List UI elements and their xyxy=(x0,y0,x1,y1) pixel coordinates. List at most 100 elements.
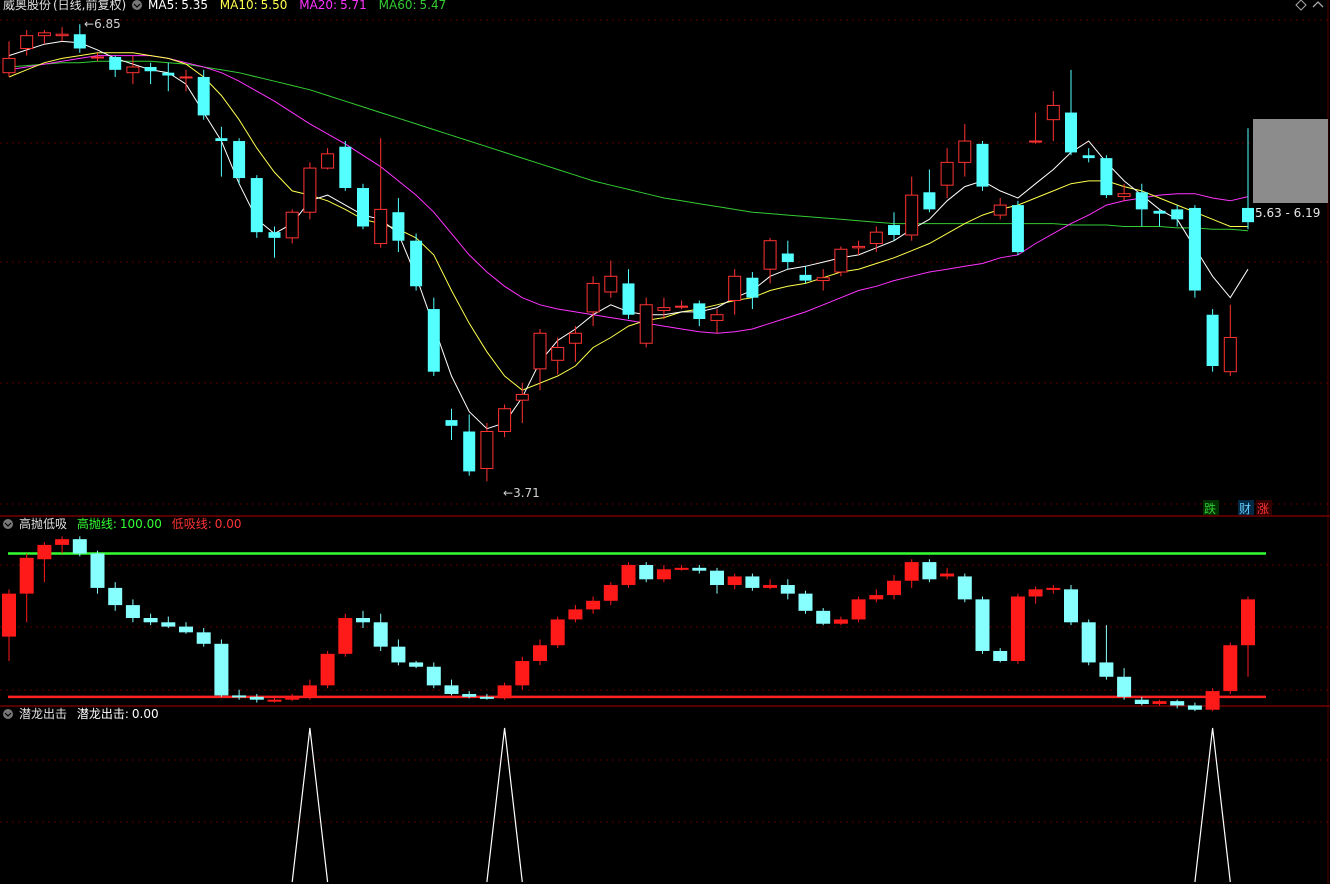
candle-body-up xyxy=(816,277,830,282)
hl-candle-up xyxy=(763,585,778,588)
ma60-line xyxy=(8,60,1249,232)
hl-candle-down xyxy=(232,695,247,698)
hl-candle-up xyxy=(940,573,955,577)
hl-candle-up xyxy=(1241,599,1255,646)
stock-name[interactable]: 威奥股份 xyxy=(3,0,51,12)
ma10-label: MA10: xyxy=(220,0,258,12)
kline-chart-stage: 5.63 - 6.19 ←6.85 ←3.71 跌 财 涨 威奥股份 (日线,前… xyxy=(0,0,1330,884)
hl-candle-up xyxy=(674,567,689,570)
hl-candle-up xyxy=(621,564,636,586)
badge-fall[interactable]: 跌 xyxy=(1204,501,1216,516)
ma5-line xyxy=(8,40,1249,430)
hl-candle-down xyxy=(922,562,937,580)
hl-candle-down xyxy=(161,622,176,627)
hl-candle-down xyxy=(249,696,264,700)
high-price-value: 6.85 xyxy=(94,17,121,31)
hl-candle-up xyxy=(1152,701,1167,704)
panel2-title[interactable]: 高抛低吸 xyxy=(19,516,67,531)
dragon-label: 潜龙出击: xyxy=(77,707,129,721)
hl-candle-down xyxy=(214,643,229,696)
ma-legend: MA5: 5.35 MA10: 5.50 MA20: 5.71 MA60: 5.47 xyxy=(148,0,446,12)
candle-body-down xyxy=(268,232,281,238)
badge-rise[interactable]: 涨 xyxy=(1257,501,1269,516)
candle-body-up xyxy=(1029,140,1043,143)
candle-body-up xyxy=(869,231,883,245)
hl-candle-up xyxy=(37,544,52,560)
hl-candle-up xyxy=(338,618,353,654)
candle-body-up xyxy=(993,204,1007,216)
hl-candle-down xyxy=(1134,699,1149,704)
hl-candle-up xyxy=(55,539,70,545)
hl-candle-down xyxy=(391,646,406,663)
hl-candle-down xyxy=(108,587,123,606)
badge-finance[interactable]: 财 xyxy=(1239,502,1251,516)
candle-body-down xyxy=(162,72,175,76)
hl-candle-up xyxy=(302,685,317,697)
high-sell-label: 高抛线: xyxy=(77,516,117,531)
hl-candle-up xyxy=(887,580,901,596)
chart-mode[interactable]: (日线,前复权) xyxy=(53,0,126,12)
candle-body-up xyxy=(940,161,954,186)
candle-body-down xyxy=(250,178,263,233)
panel2-collapse-icon[interactable] xyxy=(3,519,13,529)
candle-body-down xyxy=(215,138,228,142)
candle-body-down xyxy=(976,143,989,187)
candle-body-up xyxy=(905,194,919,236)
candle-body-up xyxy=(2,57,16,74)
hl-candle-up xyxy=(515,661,530,686)
dragon-signal-spike xyxy=(1194,727,1231,883)
ma10-line xyxy=(8,52,1248,391)
ma60-label: MA60: xyxy=(379,0,417,12)
candle-body-down xyxy=(1011,205,1024,253)
candle-body-down xyxy=(445,420,458,426)
hl-candle-down xyxy=(90,553,105,588)
price-range-label: 5.63 - 6.19 xyxy=(1255,206,1320,220)
hl-candle-down xyxy=(692,567,707,571)
hl-candle-down xyxy=(1081,622,1096,663)
candle-body-down xyxy=(1065,112,1077,153)
candle-body-up xyxy=(675,305,689,308)
high-low-candles xyxy=(2,536,1255,712)
panel2-header: 高抛低吸 高抛线: 100.00 低吸线: 0.00 xyxy=(3,516,241,531)
candle-body-up xyxy=(551,346,565,361)
hl-candle-up xyxy=(586,600,601,610)
candle-body-down xyxy=(339,146,352,189)
hl-candle-down xyxy=(72,539,87,554)
chevron-up-icon[interactable] xyxy=(1312,1,1324,8)
candle-body-up xyxy=(586,282,600,313)
main-candles xyxy=(2,24,1254,482)
hl-candle-up xyxy=(851,599,866,620)
candle-body-up xyxy=(55,33,69,37)
candle-body-up xyxy=(657,307,671,311)
candle-body-up xyxy=(639,304,653,344)
candle-body-down xyxy=(1135,192,1148,210)
hl-candle-up xyxy=(869,595,884,600)
hl-candle-up xyxy=(285,696,300,700)
candle-body-down xyxy=(144,66,157,72)
candle-body-down xyxy=(109,57,122,70)
hl-candle-up xyxy=(497,685,512,699)
high-price-marker: ←6.85 xyxy=(84,17,121,31)
candle-body-down xyxy=(1100,158,1113,196)
candle-body-up xyxy=(1046,104,1060,121)
hl-candle-down xyxy=(143,618,158,623)
panel3-collapse-icon[interactable] xyxy=(3,709,13,719)
low-buy-value: 0.00 xyxy=(215,517,242,531)
candle-body-up xyxy=(958,140,972,163)
hl-candle-down xyxy=(409,662,424,667)
ma-collapse-icon[interactable] xyxy=(132,0,142,10)
ma10-value: 5.50 xyxy=(261,0,288,12)
hl-candle-up xyxy=(2,593,16,637)
candle-body-down xyxy=(1206,314,1219,367)
hl-candle-up xyxy=(1223,645,1238,692)
candle-body-down xyxy=(1242,207,1254,223)
candle-body-up xyxy=(852,245,866,249)
panel-frames xyxy=(0,0,1330,884)
candle-body-up xyxy=(91,56,104,59)
panel3-title[interactable]: 潜龙出击 xyxy=(19,707,67,721)
high-sell-value: 100.00 xyxy=(120,517,162,531)
candle-body-up xyxy=(834,248,848,273)
diamond-icon[interactable] xyxy=(1295,0,1307,11)
candle-body-up xyxy=(728,275,742,302)
dragon-signal-spike xyxy=(486,727,523,883)
